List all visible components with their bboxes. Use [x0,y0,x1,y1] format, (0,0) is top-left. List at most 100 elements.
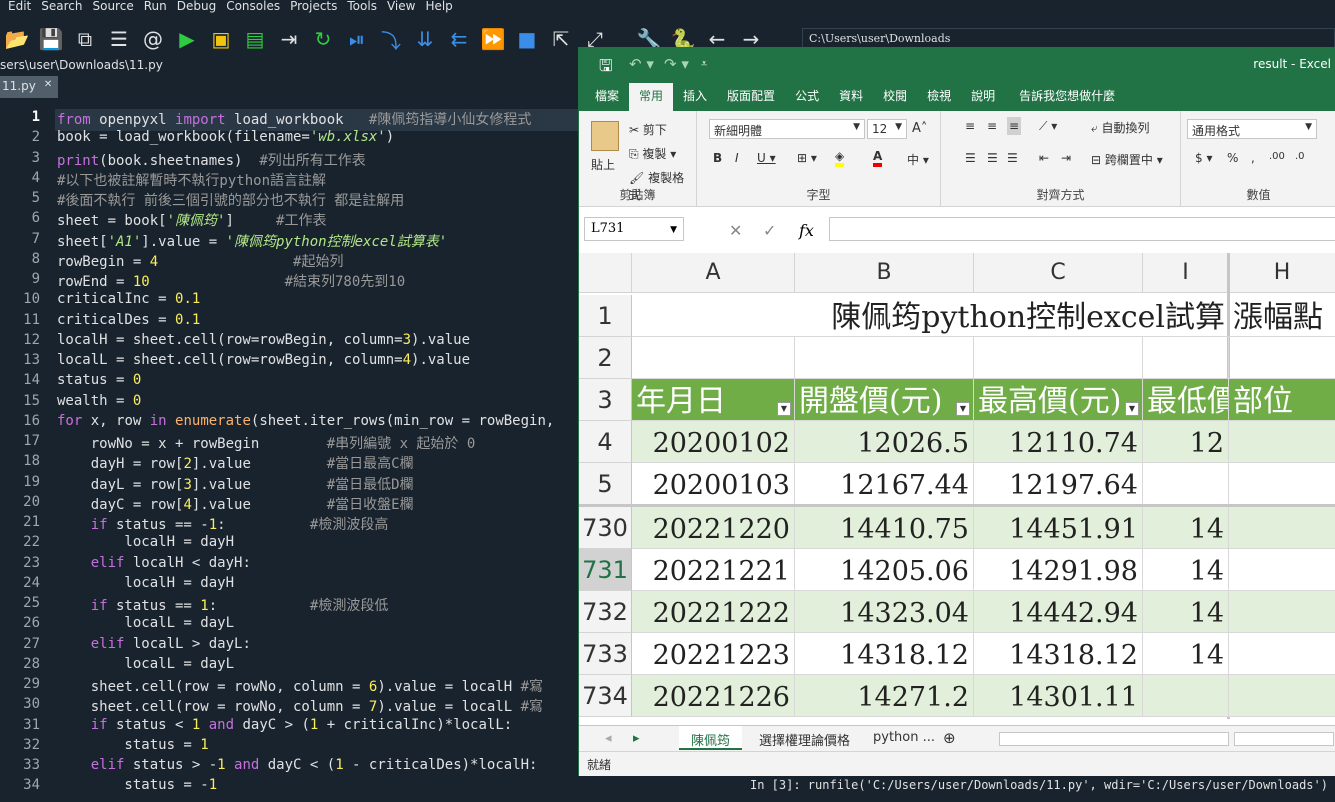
ribbon-tab-8[interactable]: 說明 [961,83,1005,111]
horizontal-scrollbar-2[interactable] [1234,732,1334,746]
data-cell[interactable]: 14318.12 [795,633,974,675]
row-header[interactable]: 3 [579,379,632,421]
wrap-text-button[interactable]: ⤶ 自動換列 [1091,119,1150,136]
data-cell[interactable]: 14451.91 [974,507,1143,549]
code-line[interactable]: status = 0 [57,372,141,388]
row-header[interactable]: 2 [579,337,632,379]
code-line[interactable]: elif status > -1 and dayC < (1 - critica… [57,757,538,773]
data-cell[interactable]: 12197.64 [974,463,1143,505]
ribbon-tab-5[interactable]: 資料 [829,83,873,111]
row-header[interactable]: 734 [579,675,632,717]
working-directory-box[interactable]: C:\Users\user\Downloads [802,28,1335,48]
data-cell[interactable]: 14442.94 [974,591,1143,633]
ribbon-tab-9[interactable]: 告訴我您想做什麼 [1009,83,1125,111]
data-cell[interactable]: 14323.04 [795,591,974,633]
table-header-cell[interactable]: 開盤價(元) [795,379,974,421]
italic-button[interactable]: I [735,151,739,165]
align-left-icon[interactable]: ☰ [965,151,976,165]
table-header-cell[interactable]: 年月日 [632,379,795,421]
filter-dropdown-icon[interactable]: ▼ [777,402,791,416]
column-header-c[interactable]: C [974,253,1143,293]
underline-button[interactable]: U ▾ [757,151,776,165]
title-cell[interactable]: 陳佩筠python控制excel試算 [632,295,1229,337]
data-cell[interactable]: 20221220 [632,507,795,549]
code-line[interactable]: criticalDes = 0.1 [57,312,200,328]
customize-qat-icon[interactable]: ⩡ [701,57,707,71]
code-line[interactable]: if status < 1 and dayC > (1 + criticalIn… [57,717,513,733]
code-line[interactable]: for x, row in enumerate(sheet.iter_rows(… [57,413,554,429]
font-size-select[interactable]: 12 ▼ [867,119,907,139]
menu-projects[interactable]: Projects [290,0,337,14]
code-line[interactable]: localL = dayL [57,656,234,672]
code-line[interactable]: rowEnd = 10 #結束列780先到10 [57,271,405,291]
maximize-pane-icon[interactable]: ⇱ [544,24,578,54]
data-cell[interactable]: 14 [1143,507,1229,549]
paste-icon[interactable] [591,121,619,151]
row-header[interactable]: 733 [579,633,632,675]
menu-source[interactable]: Source [92,0,133,14]
save-icon[interactable]: 🖫 [599,55,613,82]
font-color-icon[interactable]: A [873,149,883,167]
sheet-tab-2[interactable]: python ... [861,726,947,750]
indent-decrease-icon[interactable]: ⇤ [1039,151,1049,165]
code-line[interactable]: sheet.cell(row = rowNo, column = 6).valu… [57,676,543,696]
column-header-b[interactable]: B [795,253,974,293]
row-header[interactable]: 5 [579,463,632,505]
rerun-icon[interactable]: ↻ [306,24,340,54]
insert-function-icon[interactable]: fx [799,221,814,240]
row-header[interactable]: 732 [579,591,632,633]
data-cell[interactable]: 14205.06 [795,549,974,591]
stop-icon[interactable]: ■ [510,24,544,54]
paste-button[interactable]: 貼上 [591,156,615,173]
step-icon[interactable]: ⤵ [374,24,408,54]
ribbon-tab-0[interactable]: 檔案 [585,83,629,111]
enter-icon[interactable]: ✓ [763,221,776,240]
code-line[interactable]: book = load_workbook(filename='wb.xlsx') [57,129,394,145]
code-line[interactable]: elif localL > dayL: [57,636,251,652]
menu-edit[interactable]: Edit [8,0,31,14]
data-cell[interactable]: 20200103 [632,463,795,505]
data-cell[interactable]: 20221223 [632,633,795,675]
empty-cell[interactable] [974,337,1143,379]
code-line[interactable]: localH = dayH [57,534,234,550]
column-header-a[interactable]: A [632,253,795,293]
row-header[interactable]: 730 [579,507,632,549]
close-icon[interactable]: ✕ [44,79,52,95]
code-line[interactable]: sheet = book['陳佩筠'] #工作表 [57,210,326,230]
column-header-i[interactable]: I [1143,253,1229,293]
fill-color-icon[interactable]: ◈ [835,149,845,167]
data-cell[interactable] [1229,421,1335,463]
ribbon-tab-7[interactable]: 檢視 [917,83,961,111]
ribbon-tab-2[interactable]: 插入 [673,83,717,111]
menu-search[interactable]: Search [41,0,82,14]
data-cell[interactable] [1143,675,1229,717]
save-all-icon[interactable]: ⧉ [68,24,102,54]
font-grow-icon[interactable]: A˄ [912,121,927,136]
code-line[interactable]: localH = dayH [57,575,234,591]
sheet-tab-0[interactable]: 陳佩筠 [679,726,743,750]
select-all-corner[interactable] [579,253,632,293]
debug-icon[interactable]: ⏯ [340,24,374,54]
data-cell[interactable]: 20200102 [632,421,795,463]
ribbon-tab-4[interactable]: 公式 [785,83,829,111]
border-icon[interactable]: ⊞ ▾ [797,151,817,165]
data-cell[interactable]: 20221222 [632,591,795,633]
formula-input[interactable] [829,217,1335,241]
align-bottom-icon[interactable]: ≡ [1007,117,1022,135]
filter-dropdown-icon[interactable]: ▼ [956,402,970,416]
ribbon-tab-3[interactable]: 版面配置 [717,83,785,111]
menu-consoles[interactable]: Consoles [226,0,280,14]
code-line[interactable]: localH = sheet.cell(row=rowBegin, column… [57,332,470,348]
sheet-nav-prev-icon[interactable]: ◂ [605,731,612,746]
row-header[interactable]: 731 [579,549,632,591]
editor-tab-11py[interactable]: 11.py ✕ [0,76,58,98]
data-cell[interactable]: 12 [1143,421,1229,463]
data-cell[interactable] [1229,507,1335,549]
code-line[interactable]: dayC = row[4].value #當日收盤E欄 [57,494,414,514]
data-cell[interactable]: 12110.74 [974,421,1143,463]
data-cell[interactable] [1229,549,1335,591]
decimal-decrease-icon[interactable]: .0 [1295,151,1305,162]
merge-center-button[interactable]: ⊟ 跨欄置中 ▾ [1091,151,1163,168]
data-cell[interactable]: 14301.11 [974,675,1143,717]
menu-debug[interactable]: Debug [177,0,216,14]
